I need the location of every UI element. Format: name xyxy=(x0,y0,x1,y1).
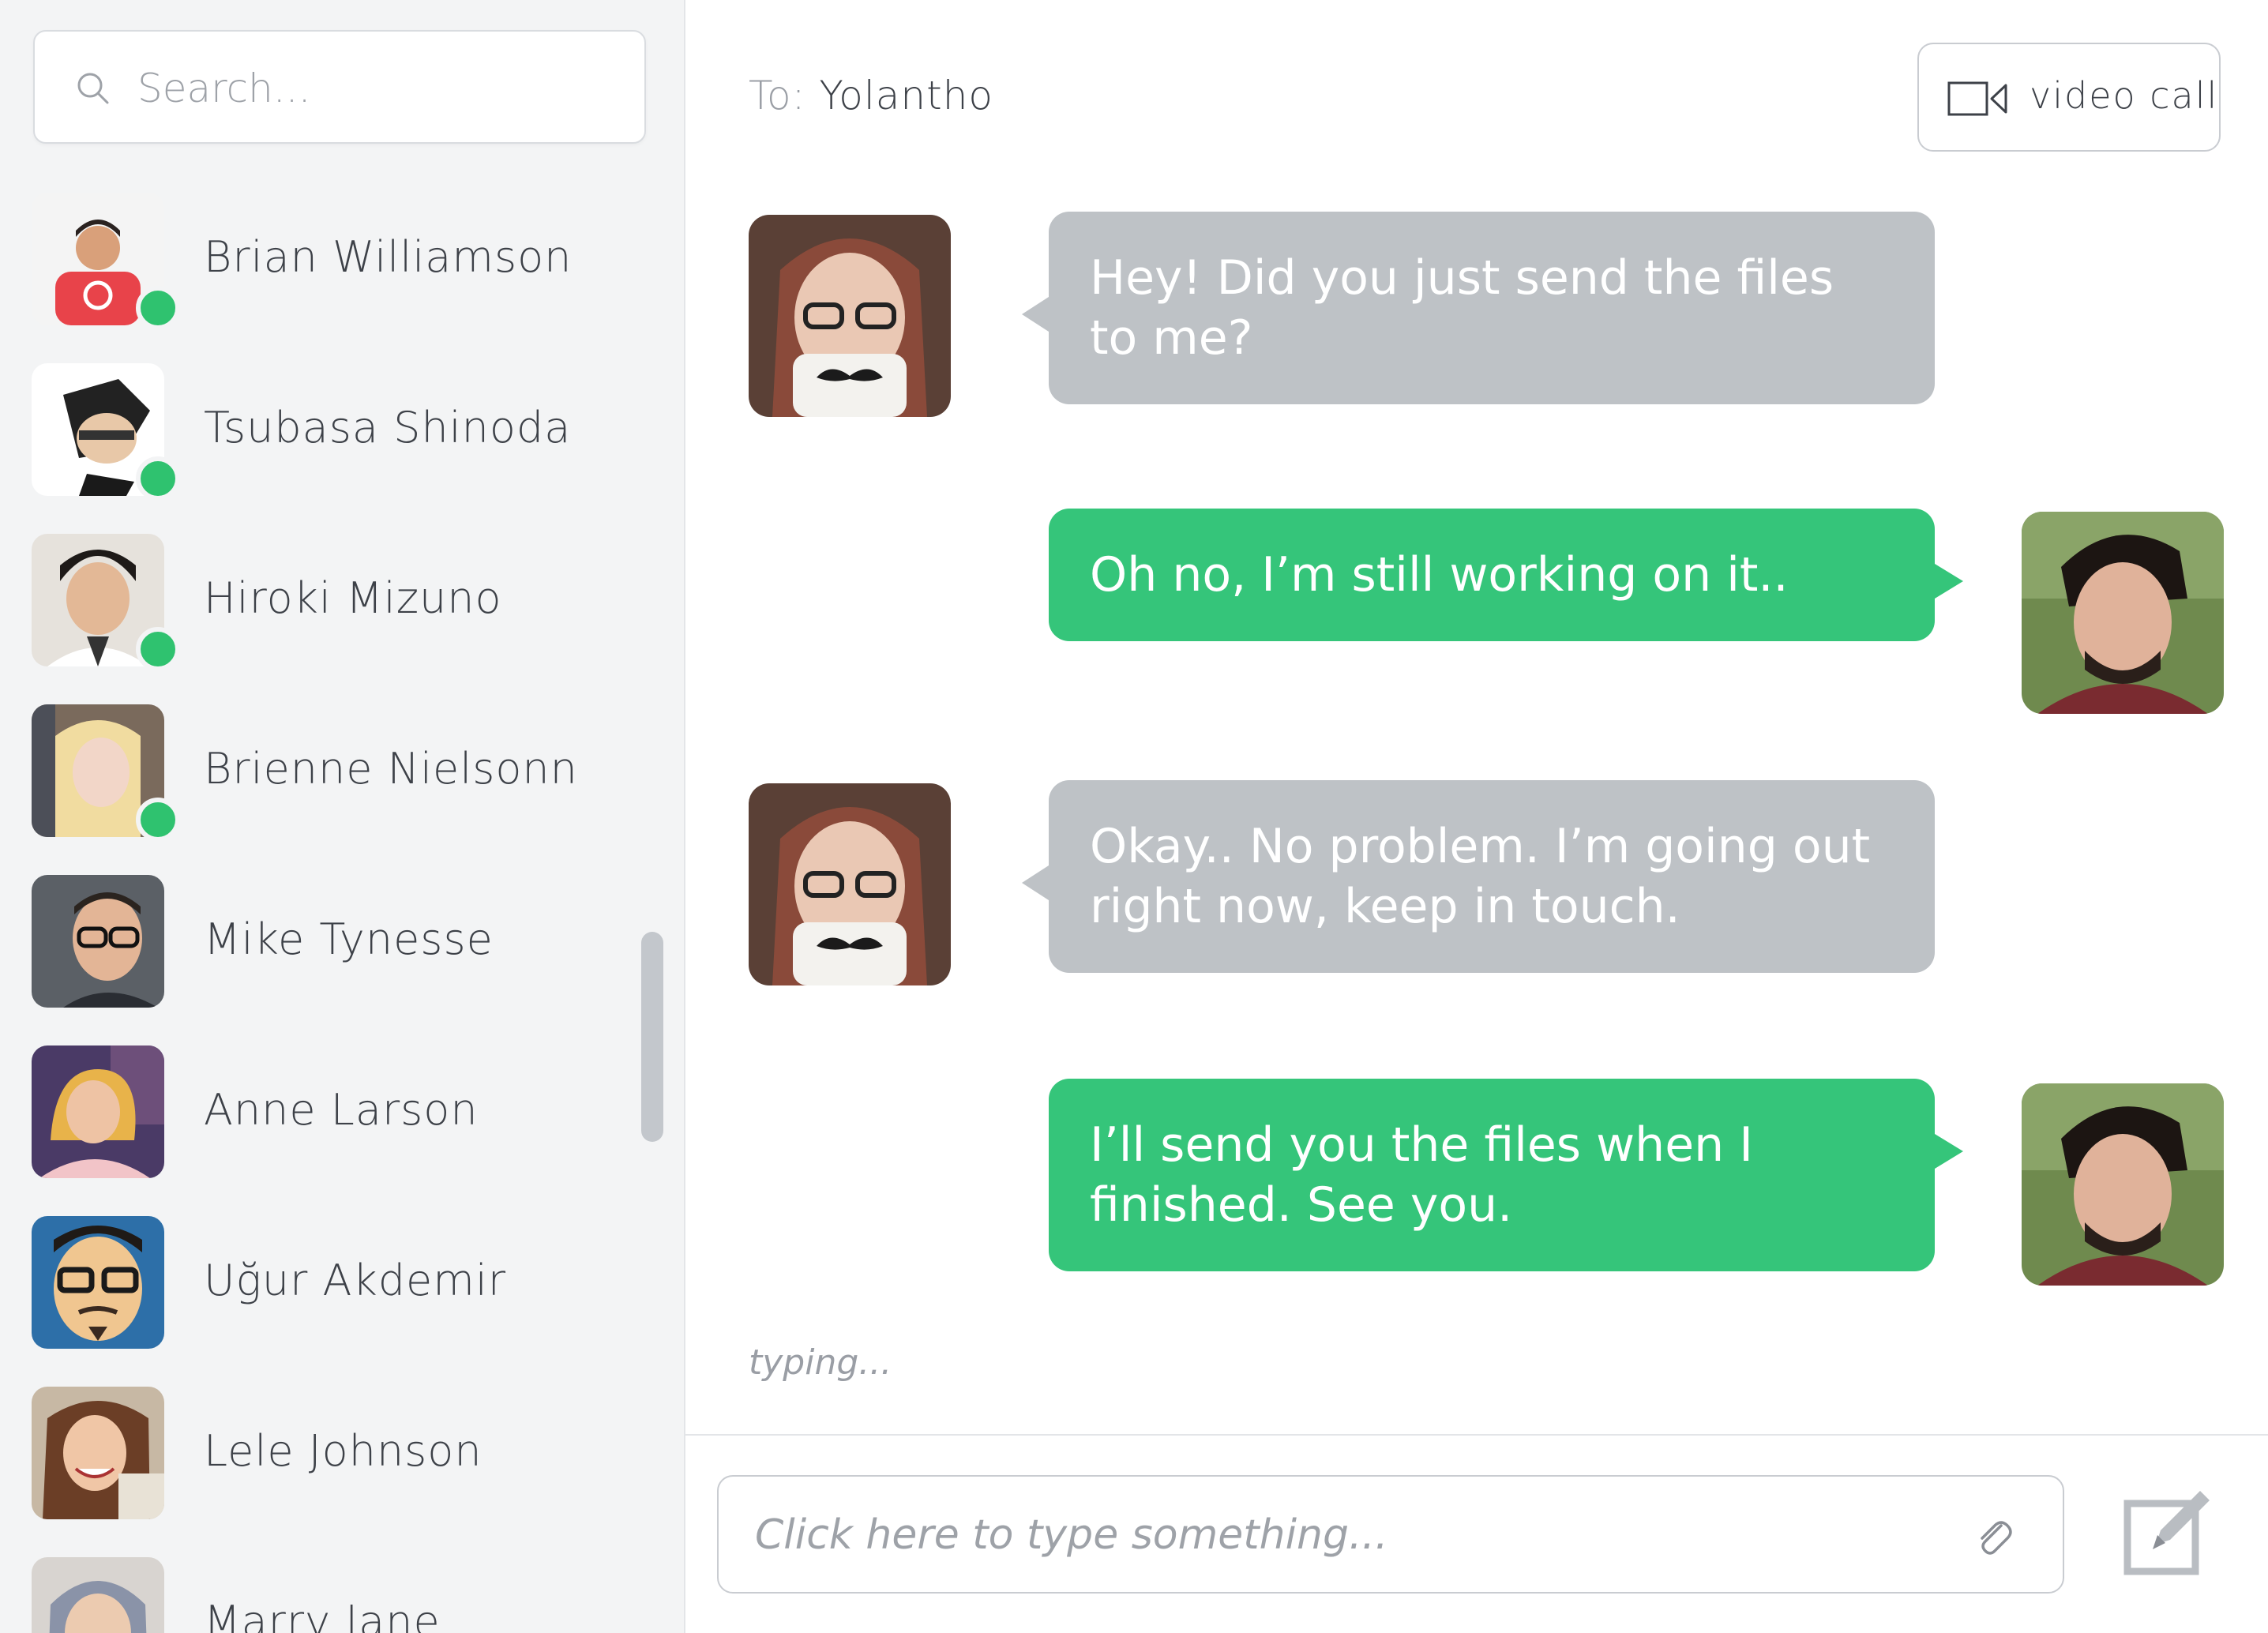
contact-name: Tsubasa Shinoda xyxy=(204,403,572,452)
message-bubble-incoming: Okay.. No problem. I’m going out right n… xyxy=(1022,780,1935,973)
contact-name: Uğur Akdemir xyxy=(204,1256,507,1305)
contact-name: Mike Tynesse xyxy=(204,914,494,964)
to-label: To: xyxy=(749,73,806,118)
contact-item[interactable]: Hiroki Mizuno xyxy=(32,534,648,671)
online-status-dot xyxy=(136,627,180,671)
video-camera-icon xyxy=(1947,81,2007,116)
message-bubble-incoming: Hey! Did you just send the files to me? xyxy=(1022,212,1935,404)
contact-item[interactable]: Uğur Akdemir xyxy=(32,1216,648,1350)
contact-name: Marry Jane xyxy=(204,1597,441,1633)
video-call-label: video call xyxy=(2030,74,2219,117)
message-bubble-outgoing: Oh no, I’m still working on it.. xyxy=(1049,509,1963,641)
composer-divider xyxy=(684,1434,2268,1436)
avatar-self xyxy=(2022,1083,2224,1286)
contact-name: Anne Larson xyxy=(204,1085,479,1135)
contact-item[interactable]: Brian Williamson xyxy=(32,193,648,330)
contacts-sidebar: Brian Williamson Tsubasa Shinoda Hiroki … xyxy=(0,0,685,1633)
contact-name: Hiroki Mizuno xyxy=(204,573,502,623)
contact-item[interactable]: Anne Larson xyxy=(32,1045,648,1180)
search-input[interactable] xyxy=(137,58,611,118)
search-box[interactable] xyxy=(33,30,646,144)
avatar-marry xyxy=(32,1557,164,1633)
avatar-yolantho xyxy=(749,215,951,417)
contact-name: Brienne Nielsonn xyxy=(204,744,578,794)
avatar-lele xyxy=(32,1387,164,1519)
typing-indicator: typing... xyxy=(749,1342,892,1383)
search-icon xyxy=(77,73,109,104)
online-status-dot xyxy=(136,798,180,842)
chat-recipient-header: To: Yolantho xyxy=(749,73,993,118)
video-call-button[interactable]: video call xyxy=(1917,43,2221,152)
contact-item[interactable]: Tsubasa Shinoda xyxy=(32,363,648,501)
message-composer[interactable] xyxy=(717,1475,2064,1594)
message-input[interactable] xyxy=(755,1505,1939,1565)
online-status-dot xyxy=(136,286,180,330)
recipient-name: Yolantho xyxy=(819,73,993,118)
contact-item[interactable]: Mike Tynesse xyxy=(32,875,648,1009)
message-bubble-outgoing: I’ll send you the files when I finished.… xyxy=(1049,1079,1963,1271)
avatar-mike xyxy=(32,875,164,1008)
contact-name: Brian Williamson xyxy=(204,232,573,282)
compose-icon[interactable] xyxy=(2121,1483,2216,1578)
contact-item[interactable]: Lele Johnson xyxy=(32,1387,648,1521)
online-status-dot xyxy=(136,456,180,501)
sidebar-scrollbar[interactable] xyxy=(641,932,663,1142)
contact-name: Lele Johnson xyxy=(204,1426,483,1476)
avatar-anne xyxy=(32,1045,164,1178)
contact-item[interactable]: Brienne Nielsonn xyxy=(32,704,648,842)
avatar-self xyxy=(2022,512,2224,714)
paperclip-icon[interactable] xyxy=(1971,1515,2015,1559)
contact-item[interactable]: Marry Jane xyxy=(32,1557,648,1633)
avatar-ugur xyxy=(32,1216,164,1349)
avatar-yolantho xyxy=(749,783,951,985)
